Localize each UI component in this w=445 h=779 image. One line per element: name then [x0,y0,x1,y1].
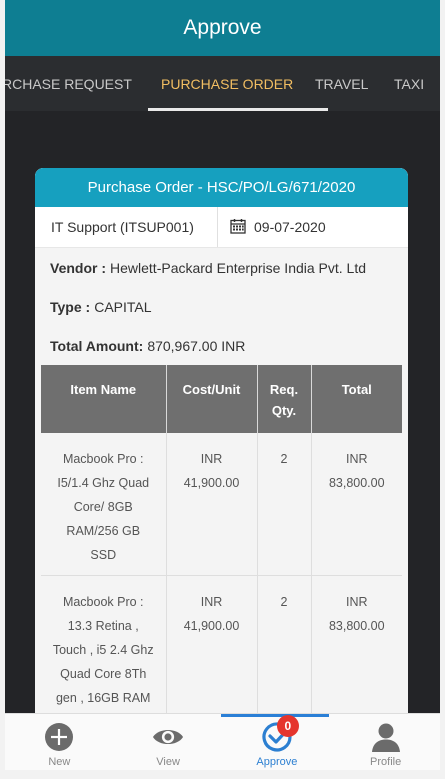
bottom-navigation: New View 0 Approve Profile [5,713,440,770]
tab-purchase-request[interactable]: RCHASE REQUEST [5,56,132,111]
plus-circle-icon [43,721,75,753]
tab-bar: RCHASE REQUEST PURCHASE ORDER TRAVEL TAX… [5,56,440,111]
calendar-icon [230,218,246,237]
approve-count-badge: 0 [276,715,299,737]
cell-qty: 2 [257,575,312,713]
purchase-order-card[interactable]: Purchase Order - HSC/PO/LG/671/2020 IT S… [35,168,408,713]
tab-purchase-order[interactable]: PURCHASE ORDER [161,56,293,111]
header-req-qty: Req. Qty. [257,365,312,433]
type-value: CAPITAL [94,298,152,315]
cell-item-name: Macbook Pro : I5/1.4 Ghz Quad Core/ 8GB … [41,433,167,576]
header-cost-unit: Cost/Unit [166,365,258,433]
nav-approve-label: Approve [256,756,298,768]
cell-qty: 2 [257,433,312,576]
vendor-row: Vendor : Hewlett-Packard Enterprise Indi… [35,248,408,287]
cell-cost-unit: INR 41,900.00 [166,433,258,576]
vendor-label: Vendor : [50,259,107,276]
nav-view[interactable]: View [114,714,223,770]
nav-view-label: View [156,756,180,768]
page-title: Approve [183,16,262,39]
nav-profile[interactable]: Profile [331,714,440,770]
check-circle-icon: 0 [261,715,299,753]
user-icon [370,721,402,753]
amount-value: 870,967.00 INR [147,337,246,354]
vendor-value: Hewlett-Packard Enterprise India Pvt. Lt… [110,259,367,276]
order-date: 09-07-2020 [254,219,326,235]
order-details: Vendor : Hewlett-Packard Enterprise Indi… [35,248,408,365]
nav-profile-label: Profile [370,756,402,768]
app-header: Approve [5,0,440,56]
items-table: Item Name Cost/Unit Req. Qty. Total Macb… [41,365,402,713]
eye-icon [152,721,184,753]
cell-item-name: Macbook Pro : 13.3 Retina , Touch , i5 2… [41,575,167,713]
table-row: Macbook Pro : 13.3 Retina , Touch , i5 2… [41,575,402,713]
type-label: Type : [50,298,91,315]
amount-row: Total Amount: 870,967.00 INR [35,326,408,365]
type-row: Type : CAPITAL [35,287,408,326]
items-table-wrap: Item Name Cost/Unit Req. Qty. Total Macb… [35,365,408,713]
cell-total: INR 83,800.00 [311,433,402,576]
card-meta-row: IT Support (ITSUP001) 09-07-2020 [35,207,408,248]
card-title: Purchase Order - HSC/PO/LG/671/2020 [35,168,408,207]
header-total: Total [311,365,402,433]
date-field: 09-07-2020 [218,207,408,247]
tab-travel[interactable]: TRAVEL [315,56,368,111]
header-item-name: Item Name [41,365,167,433]
department-label: IT Support (ITSUP001) [35,207,218,247]
amount-label: Total Amount: [50,337,144,354]
nav-new[interactable]: New [5,714,114,770]
cell-cost-unit: INR 41,900.00 [166,575,258,713]
nav-approve[interactable]: 0 Approve [223,714,332,770]
main-content[interactable]: Purchase Order - HSC/PO/LG/671/2020 IT S… [5,111,440,713]
table-row: Macbook Pro : I5/1.4 Ghz Quad Core/ 8GB … [41,433,402,576]
cell-total: INR 83,800.00 [311,575,402,713]
tab-taxi[interactable]: TAXI [394,56,424,111]
nav-new-label: New [48,756,71,768]
